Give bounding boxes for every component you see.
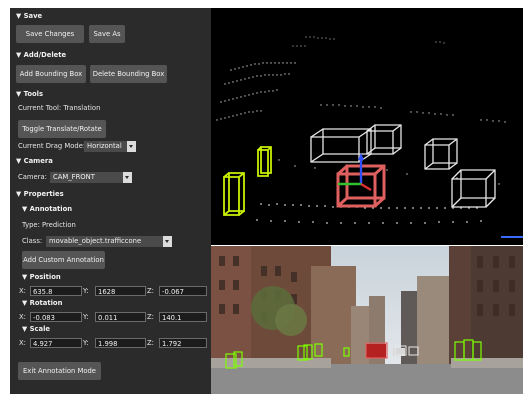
chevron-down-icon <box>123 172 132 183</box>
scale-z-field[interactable]: 1.792 <box>159 338 207 348</box>
scale-section-header[interactable]: ▼ Scale <box>22 325 50 333</box>
position-y-label: Y: <box>83 287 89 295</box>
camera-image <box>211 246 523 394</box>
rotation-y-label: Y: <box>83 313 89 321</box>
camera-label: Camera: <box>18 173 47 181</box>
toggle-translate-rotate-button[interactable]: Toggle Translate/Rotate <box>18 120 106 138</box>
save-section-header[interactable]: ▼ Save <box>16 12 42 20</box>
position-section-header[interactable]: ▼ Position <box>22 273 61 281</box>
drag-mode-dropdown[interactable]: Horizontal <box>84 141 136 152</box>
rotation-x-field[interactable]: -0.083 <box>30 312 82 322</box>
bbox-wireframe[interactable] <box>366 124 402 155</box>
camera-value: CAM_FRONT <box>53 173 95 181</box>
rotation-section-header[interactable]: ▼ Rotation <box>22 299 62 307</box>
position-z-field[interactable]: -0.067 <box>159 286 207 296</box>
rotation-z-field[interactable]: 140.1 <box>159 312 207 322</box>
drag-mode-label: Current Drag Mode: <box>18 142 86 150</box>
annotation-type-text: Type: Prediction <box>22 221 76 229</box>
bbox-wireframe[interactable] <box>451 169 496 208</box>
camera-image-view[interactable] <box>211 246 523 394</box>
scale-y-field[interactable]: 1.998 <box>95 338 146 348</box>
lidar-points <box>216 36 506 224</box>
class-dropdown[interactable]: movable_object.trafficcone <box>46 236 172 247</box>
app-window: ▼ Save Save Changes Save As ▼ Add/Delete… <box>0 0 523 394</box>
scale-x-label: X: <box>19 339 26 347</box>
bbox-wireframe[interactable] <box>424 138 458 170</box>
position-x-field[interactable]: 635.8 <box>30 286 82 296</box>
point-cloud-viewport[interactable] <box>211 8 523 245</box>
chevron-down-icon <box>163 236 172 247</box>
current-tool-text: Current Tool: Translation <box>18 104 101 112</box>
delete-bounding-box-button[interactable]: Delete Bounding Box <box>90 65 167 83</box>
add-custom-annotation-button[interactable]: Add Custom Annotation <box>22 251 105 269</box>
bbox-trafficcone[interactable] <box>223 172 245 216</box>
position-x-label: X: <box>19 287 26 295</box>
scale-y-label: Y: <box>83 339 89 347</box>
control-panel: ▼ Save Save Changes Save As ▼ Add/Delete… <box>10 8 211 394</box>
point-cloud-canvas[interactable] <box>211 8 523 245</box>
add-delete-section-header[interactable]: ▼ Add/Delete <box>16 51 66 59</box>
drag-mode-value: Horizontal <box>87 142 122 150</box>
scale-x-field[interactable]: 4.927 <box>30 338 82 348</box>
rotation-y-field[interactable]: 0.011 <box>95 312 146 322</box>
scale-z-label: Z: <box>147 339 154 347</box>
class-label: Class: <box>22 237 43 245</box>
save-changes-button[interactable]: Save Changes <box>16 25 84 43</box>
exit-annotation-mode-button[interactable]: Exit Annotation Mode <box>18 362 101 380</box>
position-z-label: Z: <box>147 287 154 295</box>
road <box>211 364 523 394</box>
rotation-z-label: Z: <box>147 313 154 321</box>
red-vehicle <box>366 344 386 358</box>
building-right <box>417 276 451 371</box>
traffic-cone-boxes <box>223 146 272 216</box>
properties-section-header[interactable]: ▼ Properties <box>16 190 64 198</box>
gizmo-x-axis[interactable] <box>360 182 372 192</box>
camera-section-header[interactable]: ▼ Camera <box>16 157 53 165</box>
add-bounding-box-button[interactable]: Add Bounding Box <box>16 65 86 83</box>
camera-dropdown[interactable]: CAM_FRONT <box>50 172 132 183</box>
tools-section-header[interactable]: ▼ Tools <box>16 90 43 98</box>
bbox-trafficcone[interactable] <box>257 146 272 177</box>
save-as-button[interactable]: Save As <box>89 25 125 43</box>
rotation-x-label: X: <box>19 313 26 321</box>
annotation-section-header[interactable]: ▼ Annotation <box>22 205 72 213</box>
position-y-field[interactable]: 1628 <box>95 286 146 296</box>
class-value: movable_object.trafficcone <box>49 237 142 245</box>
chevron-down-icon <box>127 141 136 152</box>
